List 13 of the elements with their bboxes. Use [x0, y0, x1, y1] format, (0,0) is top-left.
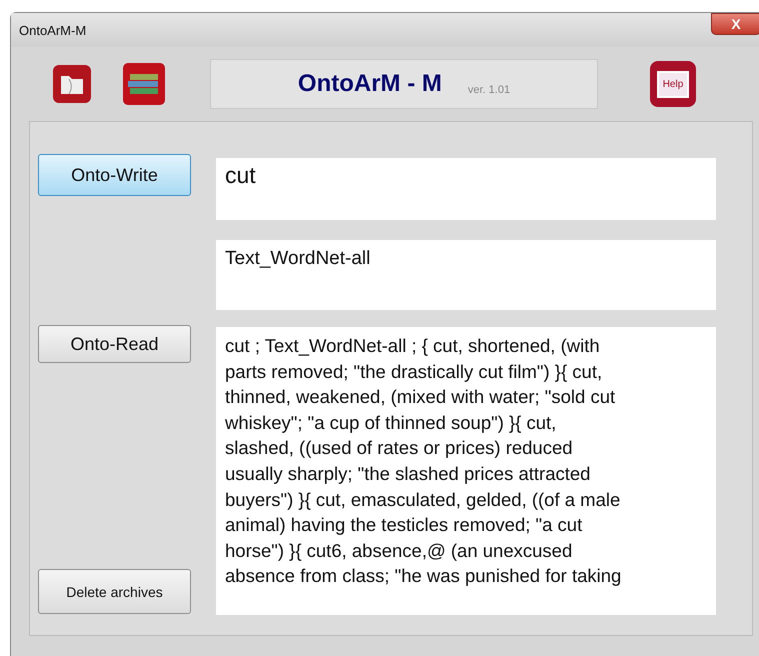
folder-icon[interactable]	[52, 64, 92, 104]
word-field[interactable]: cut	[216, 158, 716, 220]
version-label: ver. 1.01	[468, 84, 510, 96]
window-title: OntoArM-M	[19, 22, 86, 38]
help-button[interactable]: Help	[650, 61, 696, 107]
action-button[interactable]: Delete archives	[38, 569, 191, 614]
action-button[interactable]: Onto-Write	[38, 154, 191, 196]
source-field[interactable]: Text_WordNet-all	[216, 240, 716, 310]
close-button[interactable]: X	[711, 13, 759, 35]
action-button[interactable]: Onto-Read	[38, 325, 191, 363]
app-title: OntoArM - M	[298, 70, 442, 98]
books-icon[interactable]	[122, 62, 166, 106]
output-text: cut ; Text_WordNet-all ; { cut, shortened, (with parts removed; "the drastically cut film") }{ cut, thinned, weakened, (mixed with water; "sold cut whiskey"; "a cup of thinned soup") }{ cut, slashed, ((used of rates or prices) reduced usually sharply; "the slashed prices attracted buyers") }{ cut, emasculated, gelded, ((of a male animal) having the testicles removed; "a cut horse") }{ cut6, absence,@ (an unexcused absence from class; "he was punished for taking	[216, 327, 716, 615]
